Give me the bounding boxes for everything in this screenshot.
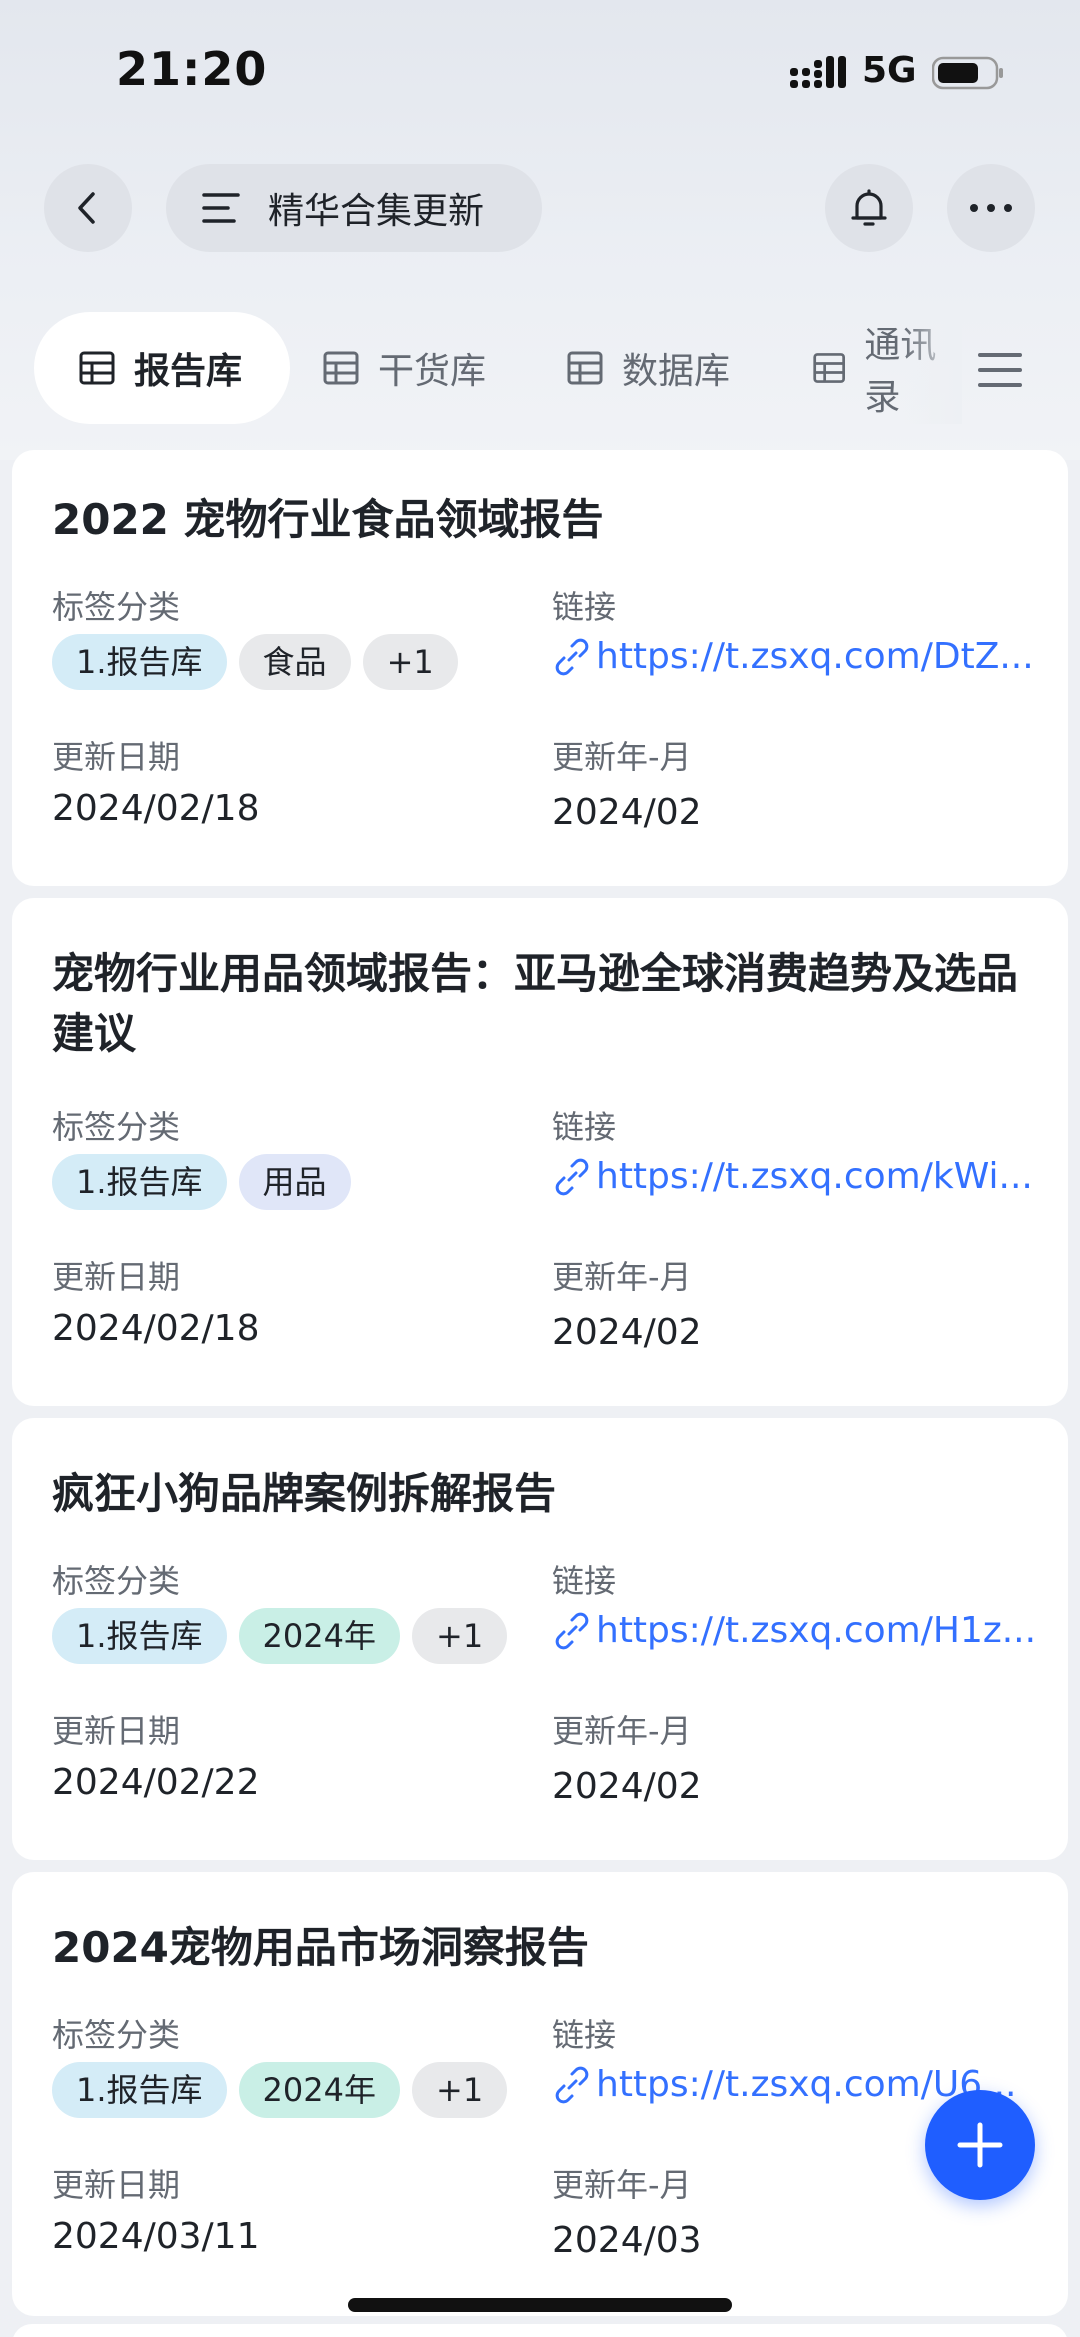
tab-label: 数据库 [622,351,731,392]
tag: 用品 [238,1154,351,1210]
update-date-value: 2024/03/11 [52,2216,260,2257]
table-icon [323,351,359,385]
update-month-label: 更新年-月 [552,1258,692,1296]
list-icon [202,193,240,223]
link-label: 链接 [552,2016,617,2054]
tags-label: 标签分类 [52,1108,181,1146]
tab-label: 报告库 [134,351,243,392]
tag-overflow[interactable]: +1 [362,634,458,690]
notification-button[interactable] [825,164,913,252]
update-month-label: 更新年-月 [552,738,692,776]
next-record-card [12,2324,1068,2337]
update-month-label: 更新年-月 [552,2166,692,2204]
network-label: 5G [862,50,917,91]
tab-fade [902,312,962,424]
tag-list: 1.报告库 食品 +1 [52,634,470,690]
tab-database[interactable]: 数据库 [566,312,730,424]
record-link[interactable]: https://t.zsxq.com/kWi... [552,1156,1042,1197]
record-card[interactable]: 2024宠物用品市场洞察报告 标签分类 链接 1.报告库 2024年 +1 ht… [12,1872,1068,2316]
update-month-value: 2024/02 [552,792,702,833]
link-text: https://t.zsxq.com/kWi... [596,1156,1033,1197]
tags-label: 标签分类 [52,1562,181,1600]
link-text: https://t.zsxq.com/DtZ... [596,636,1034,677]
record-link[interactable]: https://t.zsxq.com/H1z... [552,1610,1042,1651]
tag: 食品 [238,634,351,690]
menu-icon[interactable] [976,350,1024,390]
tag: 1.报告库 [52,634,227,690]
tag-list: 1.报告库 用品 [52,1154,363,1210]
link-label: 链接 [552,1562,617,1600]
record-title: 2022 宠物行业食品领域报告 [52,495,604,544]
back-icon [78,192,95,224]
update-date-label: 更新日期 [52,738,181,776]
link-icon [555,1612,589,1649]
link-icon [555,638,589,675]
link-label: 链接 [552,588,617,626]
tags-label: 标签分类 [52,588,181,626]
record-title: 2024宠物用品市场洞察报告 [52,1923,589,1972]
tab-contacts[interactable]: 通讯录 [812,312,962,424]
update-date-label: 更新日期 [52,1258,181,1296]
record-card[interactable]: 2022 宠物行业食品领域报告 标签分类 链接 1.报告库 食品 +1 http… [12,450,1068,886]
view-switcher[interactable]: 精华合集更新 [166,164,542,252]
update-month-value: 2024/03 [552,2220,702,2261]
update-date-label: 更新日期 [52,2166,181,2204]
tag-overflow[interactable]: +1 [412,2062,508,2118]
update-date-value: 2024/02/18 [52,1308,260,1349]
update-month-value: 2024/02 [552,1766,702,1807]
tags-label: 标签分类 [52,2016,181,2054]
tag: 1.报告库 [52,1154,227,1210]
tag-list: 1.报告库 2024年 +1 [52,2062,519,2118]
record-title: 宠物行业用品领域报告：亚马逊全球消费趋势及选品建议 [52,949,1019,1058]
bell-icon [851,189,887,226]
plus-icon [957,2122,1003,2168]
update-month-value: 2024/02 [552,1312,702,1353]
link-text: https://t.zsxq.com/H1z... [596,1610,1037,1651]
record-title: 疯狂小狗品牌案例拆解报告 [52,1469,557,1518]
tab-label: 干货库 [378,351,487,392]
page-title: 精华合集更新 [268,191,485,232]
update-date-value: 2024/02/18 [52,788,260,829]
table-icon [813,353,846,383]
record-card[interactable]: 宠物行业用品领域报告：亚马逊全球消费趋势及选品建议 标签分类 链接 1.报告库 … [12,898,1068,1406]
more-button[interactable] [947,164,1035,252]
table-icon [567,351,603,385]
tag: 2024年 [238,2062,400,2118]
home-indicator[interactable] [348,2298,732,2312]
tag: 2024年 [238,1608,400,1664]
status-time: 21:20 [116,42,268,96]
record-card[interactable]: 疯狂小狗品牌案例拆解报告 标签分类 链接 1.报告库 2024年 +1 http… [12,1418,1068,1860]
table-icon [79,351,115,385]
record-link[interactable]: https://t.zsxq.com/DtZ... [552,636,1042,677]
update-date-value: 2024/02/22 [52,1762,260,1803]
tag: 1.报告库 [52,1608,227,1664]
more-icon [970,204,1012,212]
tag: 1.报告库 [52,2062,227,2118]
tag-list: 1.报告库 2024年 +1 [52,1608,519,1664]
tab-report-library[interactable]: 报告库 [34,312,290,424]
tab-dry-goods-library[interactable]: 干货库 [322,312,486,424]
status-bar: 21:20 5G [0,0,1080,140]
battery-icon [932,56,1003,90]
link-icon [555,1158,589,1195]
view-tabs: 报告库 干货库 数据库 通讯录 [0,312,1080,424]
add-record-button[interactable] [925,2090,1035,2200]
update-month-label: 更新年-月 [552,1712,692,1750]
link-icon [555,2066,589,2103]
back-button[interactable] [44,164,132,252]
link-label: 链接 [552,1108,617,1146]
signal-icon [790,56,846,88]
tag-overflow[interactable]: +1 [412,1608,508,1664]
update-date-label: 更新日期 [52,1712,181,1750]
